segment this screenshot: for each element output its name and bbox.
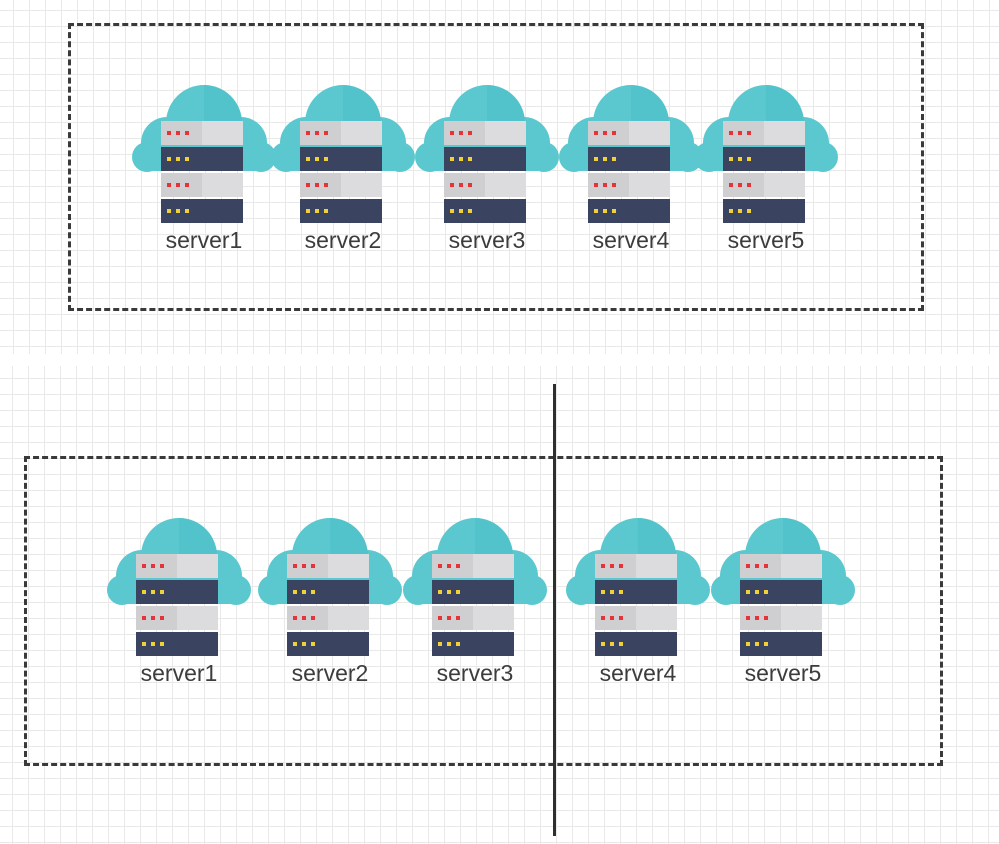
server-label: server2 [291, 660, 369, 686]
cloud-server-icon [271, 85, 415, 223]
server-label: server2 [304, 227, 382, 253]
bottom-server2[interactable]: server2 [257, 508, 403, 698]
server-label: server3 [436, 660, 514, 686]
bottom-server3[interactable]: server3 [402, 508, 548, 698]
cloud-server-icon [415, 85, 559, 223]
bottom-server1[interactable]: server1 [106, 508, 252, 698]
server-label: server1 [140, 660, 218, 686]
top-server3[interactable]: server3 [414, 75, 560, 265]
cloud-server-icon [559, 85, 703, 223]
cloud-server-icon [566, 518, 710, 656]
cloud-server-icon [107, 518, 251, 656]
cloud-server-icon [403, 518, 547, 656]
server-label: server5 [744, 660, 822, 686]
cloud-server-icon [711, 518, 855, 656]
server-label: server5 [727, 227, 805, 253]
top-server2[interactable]: server2 [270, 75, 416, 265]
cloud-server-icon [694, 85, 838, 223]
cloud-server-icon [258, 518, 402, 656]
top-server5[interactable]: server5 [693, 75, 839, 265]
server-label: server3 [448, 227, 526, 253]
server-label: server4 [599, 660, 677, 686]
bottom-server5[interactable]: server5 [710, 508, 856, 698]
top-server1[interactable]: server1 [131, 75, 277, 265]
cloud-server-icon [132, 85, 276, 223]
partition-divider-line[interactable] [553, 384, 556, 836]
bottom-server4[interactable]: server4 [565, 508, 711, 698]
